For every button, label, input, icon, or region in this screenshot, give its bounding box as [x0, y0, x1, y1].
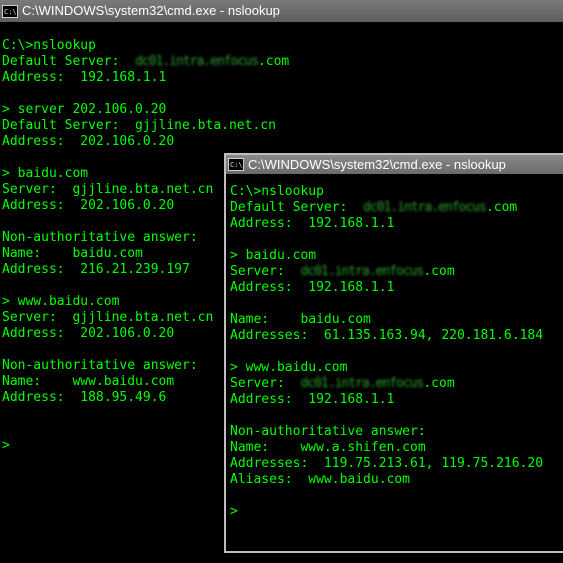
- console-text: Server: gjjline.bta.net.cn: [2, 310, 214, 325]
- cmd-icon: C:\: [228, 158, 244, 171]
- console-text: Addresses: 61.135.163.94, 220.181.6.184: [230, 328, 544, 343]
- console-text: .com: [423, 376, 455, 391]
- console-line: Address: 192.168.1.1: [230, 216, 561, 232]
- console-line: Server: dc01.intra.enfocus.com: [230, 264, 561, 280]
- console-line: Address: 192.168.1.1: [230, 280, 561, 296]
- console-text: C:\>nslookup: [230, 184, 324, 199]
- console-text: > baidu.com: [230, 248, 317, 263]
- console-text: Name: baidu.com: [2, 246, 143, 261]
- console-line: Addresses: 119.75.213.61, 119.75.216.20: [230, 456, 561, 472]
- console-text: Address: 188.95.49.6: [2, 390, 167, 405]
- console-text: Aliases: www.baidu.com: [230, 472, 411, 487]
- cmd-icon: C:\: [2, 4, 18, 18]
- console-line: Name: baidu.com: [230, 312, 561, 328]
- window-title: C:\WINDOWS\system32\cmd.exe - nslookup: [248, 157, 506, 172]
- console-text: > server 202.106.0.20: [2, 102, 167, 117]
- redacted-hostname: dc01.intra.enfocus: [300, 264, 424, 279]
- console-text: Non-authoritative answer:: [230, 424, 426, 439]
- cmd-window-foreground[interactable]: C:\ C:\WINDOWS\system32\cmd.exe - nslook…: [224, 153, 563, 553]
- console-text: Default Server:: [2, 54, 136, 69]
- redacted-hostname: dc01.intra.enfocus: [363, 200, 487, 215]
- console-line: Server: dc01.intra.enfocus.com: [230, 376, 561, 392]
- console-text: Default Server: gjjline.bta.net.cn: [2, 118, 276, 133]
- console-line: > server 202.106.0.20: [2, 102, 561, 118]
- console-text: Name: www.a.shifen.com: [230, 440, 426, 455]
- redacted-hostname: dc01.intra.enfocus: [300, 376, 424, 391]
- console-text: .com: [423, 264, 455, 279]
- console-text: Server: gjjline.bta.net.cn: [2, 182, 214, 197]
- console-text: Server:: [230, 264, 301, 279]
- console-line: > baidu.com: [230, 248, 561, 264]
- console-line: Name: www.a.shifen.com: [230, 440, 561, 456]
- console-line: Address: 192.168.1.1: [2, 70, 561, 86]
- console-text: Server:: [230, 376, 301, 391]
- console-text: Address: 192.168.1.1: [230, 216, 395, 231]
- console-line: Address: 202.106.0.20: [2, 134, 561, 150]
- console-line: Default Server: dc01.intra.enfocus.com: [2, 54, 561, 70]
- console-text: >: [2, 438, 10, 453]
- console-text: Address: 216.21.239.197: [2, 262, 190, 277]
- console-line: C:\>nslookup: [230, 184, 561, 200]
- console-text: >: [230, 504, 238, 519]
- redacted-hostname: dc01.intra.enfocus: [135, 54, 259, 69]
- console-line: Default Server: dc01.intra.enfocus.com: [230, 200, 561, 216]
- console-line: >: [230, 504, 561, 520]
- console-text: Name: www.baidu.com: [2, 374, 175, 389]
- console-output[interactable]: C:\>nslookup Default Server: dc01.intra.e…: [226, 174, 563, 520]
- console-text: Address: 202.106.0.20: [2, 198, 175, 213]
- console-line: C:\>nslookup: [2, 38, 561, 54]
- console-line: Default Server: gjjline.bta.net.cn: [2, 118, 561, 134]
- console-text: Address: 192.168.1.1: [230, 280, 395, 295]
- console-text: Non-authoritative answer:: [2, 358, 198, 373]
- console-text: > baidu.com: [2, 166, 89, 181]
- title-bar[interactable]: C:\ C:\WINDOWS\system32\cmd.exe - nslook…: [0, 0, 563, 22]
- console-line: > www.baidu.com: [230, 360, 561, 376]
- title-bar[interactable]: C:\ C:\WINDOWS\system32\cmd.exe - nslook…: [226, 155, 563, 174]
- console-text: .com: [485, 200, 518, 215]
- console-text: Name: baidu.com: [230, 312, 371, 327]
- console-text: Default Server:: [230, 200, 364, 215]
- console-text: Addresses: 119.75.213.61, 119.75.216.20: [230, 456, 544, 471]
- console-text: Address: 202.106.0.20: [2, 134, 175, 149]
- window-title: C:\WINDOWS\system32\cmd.exe - nslookup: [22, 3, 280, 18]
- console-text: C:\>nslookup: [2, 38, 96, 53]
- console-line: Addresses: 61.135.163.94, 220.181.6.184: [230, 328, 561, 344]
- console-text: Address: 192.168.1.1: [230, 392, 395, 407]
- console-text: Address: 202.106.0.20: [2, 326, 175, 341]
- console-line: Aliases: www.baidu.com: [230, 472, 561, 488]
- console-line: Non-authoritative answer:: [230, 424, 561, 440]
- console-text: > www.baidu.com: [230, 360, 348, 375]
- console-line: Address: 192.168.1.1: [230, 392, 561, 408]
- console-text: Address: 192.168.1.1: [2, 70, 167, 85]
- console-text: .com: [257, 54, 290, 69]
- console-text: Non-authoritative answer:: [2, 230, 198, 245]
- console-text: > www.baidu.com: [2, 294, 120, 309]
